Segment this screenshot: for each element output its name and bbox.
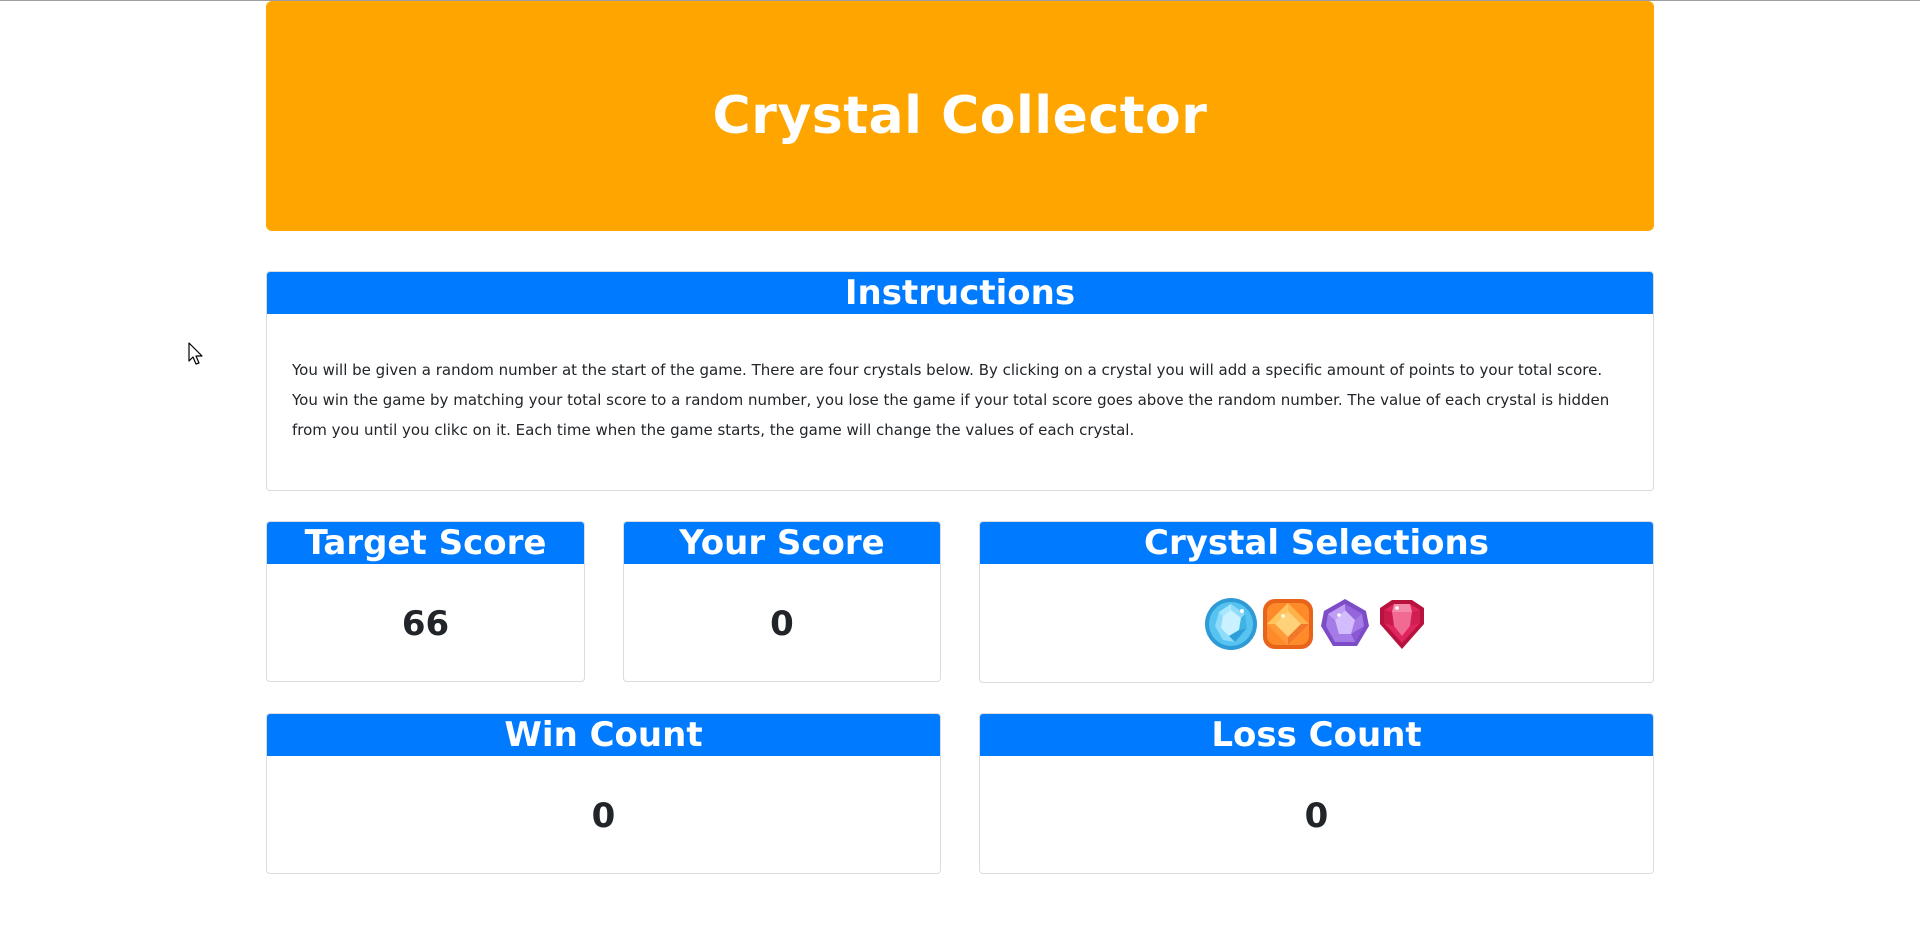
your-score-header: Your Score <box>624 522 940 564</box>
win-count-value: 0 <box>591 795 616 836</box>
red-heart-crystal-icon[interactable] <box>1374 596 1430 652</box>
crystal-selections-card: Crystal Selections <box>979 521 1654 683</box>
your-score-body: 0 <box>624 564 940 681</box>
loss-count-value: 0 <box>1304 795 1329 836</box>
purple-crystal-icon[interactable] <box>1317 596 1373 652</box>
game-container: Crystal Collector <box>266 1 1654 231</box>
loss-count-body: 0 <box>980 756 1653 873</box>
your-score-card: Your Score 0 <box>623 521 941 682</box>
loss-count-header: Loss Count <box>980 714 1653 756</box>
instructions-card: Instructions You will be given a random … <box>266 271 1654 491</box>
page-title: Crystal Collector <box>712 86 1208 146</box>
target-score-value: 66 <box>401 603 450 644</box>
target-score-card: Target Score 66 <box>266 521 585 682</box>
target-score-body: 66 <box>267 564 584 681</box>
loss-count-card: Loss Count 0 <box>979 713 1654 874</box>
title-banner: Crystal Collector <box>266 1 1654 231</box>
crystal-selections-body <box>980 564 1653 682</box>
win-count-body: 0 <box>267 756 940 873</box>
target-score-header: Target Score <box>267 522 584 564</box>
instructions-text: You will be given a random number at the… <box>292 361 1610 439</box>
blue-diamond-crystal-icon[interactable] <box>1203 596 1259 652</box>
crystal-row <box>1203 596 1430 652</box>
your-score-value: 0 <box>770 603 794 644</box>
win-count-card: Win Count 0 <box>266 713 941 874</box>
instructions-header: Instructions <box>267 272 1653 314</box>
crystal-selections-header: Crystal Selections <box>980 522 1653 564</box>
orange-square-crystal-icon[interactable] <box>1260 596 1316 652</box>
mouse-cursor-icon <box>188 342 203 365</box>
win-count-header: Win Count <box>267 714 940 756</box>
